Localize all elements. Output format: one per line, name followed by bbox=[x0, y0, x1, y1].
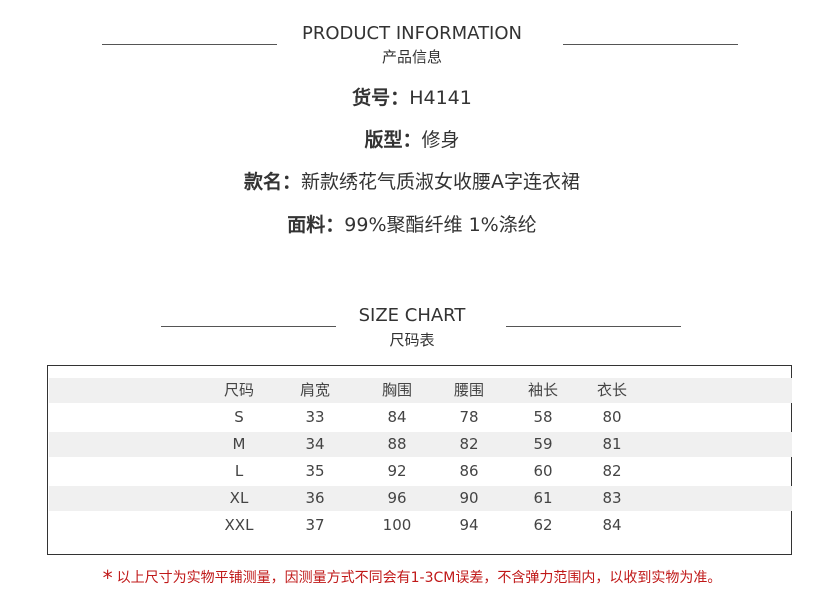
product-info-right-rule bbox=[563, 44, 738, 45]
info-line-item-number: 货号：H4141 bbox=[0, 83, 824, 110]
info-value: H4141 bbox=[409, 87, 472, 109]
cell-sleeve: 61 bbox=[533, 489, 553, 507]
table-row: L 35 92 86 60 82 bbox=[49, 459, 792, 484]
cell-size: M bbox=[232, 435, 246, 453]
info-line-fabric: 面料：99%聚酯纤维 1%涤纶 bbox=[0, 210, 824, 237]
info-label: 货号： bbox=[352, 87, 410, 109]
cell-sleeve: 60 bbox=[533, 462, 553, 480]
cell-length: 80 bbox=[602, 408, 622, 426]
header-cell-sleeve: 袖长 bbox=[527, 381, 558, 399]
info-label: 面料： bbox=[287, 214, 345, 236]
cell-waist: 90 bbox=[459, 489, 479, 507]
cell-bust: 96 bbox=[387, 489, 407, 507]
cell-waist: 86 bbox=[459, 462, 479, 480]
table-row: XXL 37 100 94 62 84 bbox=[49, 513, 792, 538]
table-row: XL 36 96 90 61 83 bbox=[49, 486, 792, 511]
cell-size: XL bbox=[229, 489, 249, 507]
cell-length: 84 bbox=[602, 516, 622, 534]
info-line-fit: 版型：修身 bbox=[0, 125, 824, 152]
header-cell-size: 尺码 bbox=[223, 381, 254, 399]
table-row: S 33 84 78 58 80 bbox=[49, 405, 792, 430]
star-icon: * bbox=[102, 566, 113, 590]
cell-length: 82 bbox=[602, 462, 622, 480]
cell-sleeve: 62 bbox=[533, 516, 553, 534]
header-cell-shoulder: 肩宽 bbox=[299, 381, 330, 399]
cell-size: XXL bbox=[224, 516, 254, 534]
product-info-left-rule bbox=[102, 44, 277, 45]
cell-bust: 84 bbox=[387, 408, 407, 426]
cell-shoulder: 37 bbox=[305, 516, 325, 534]
cell-shoulder: 35 bbox=[305, 462, 325, 480]
size-chart-title: SIZE CHART bbox=[358, 305, 466, 326]
product-info-subtitle: 产品信息 bbox=[381, 48, 442, 66]
cell-sleeve: 58 bbox=[533, 408, 553, 426]
cell-waist: 78 bbox=[459, 408, 479, 426]
info-value: 新款绣花气质淑女收腰A字连衣裙 bbox=[301, 171, 580, 193]
cell-waist: 82 bbox=[459, 435, 479, 453]
cell-bust: 88 bbox=[387, 435, 407, 453]
cell-waist: 94 bbox=[459, 516, 479, 534]
cell-shoulder: 33 bbox=[305, 408, 325, 426]
cell-shoulder: 36 bbox=[305, 489, 325, 507]
cell-size: L bbox=[234, 462, 244, 480]
info-label: 版型： bbox=[364, 129, 422, 151]
info-value: 修身 bbox=[421, 129, 460, 151]
table-row: M 34 88 82 59 81 bbox=[49, 432, 792, 457]
cell-sleeve: 59 bbox=[533, 435, 553, 453]
cell-length: 81 bbox=[602, 435, 622, 453]
header-cell-bust: 胸围 bbox=[381, 381, 412, 399]
measurement-note-text: 以上尺寸为实物平铺测量，因测量方式不同会有1-3CM误差，不含弹力范围内，以收到… bbox=[116, 570, 722, 586]
size-chart-subtitle: 尺码表 bbox=[389, 331, 435, 349]
measurement-note: * 以上尺寸为实物平铺测量，因测量方式不同会有1-3CM误差，不含弹力范围内，以收… bbox=[0, 566, 824, 590]
cell-bust: 92 bbox=[387, 462, 407, 480]
product-info-title: PRODUCT INFORMATION bbox=[301, 23, 523, 44]
cell-length: 83 bbox=[602, 489, 622, 507]
size-chart-left-rule bbox=[161, 326, 336, 327]
header-cell-length: 衣长 bbox=[596, 381, 627, 399]
size-table: 尺码 肩宽 胸围 腰围 袖长 衣长 S 33 84 78 58 80 M 34 … bbox=[47, 365, 792, 555]
cell-shoulder: 34 bbox=[305, 435, 325, 453]
cell-size: S bbox=[234, 408, 244, 426]
info-value: 99%聚酯纤维 1%涤纶 bbox=[344, 214, 537, 236]
info-line-style-name: 款名：新款绣花气质淑女收腰A字连衣裙 bbox=[0, 167, 824, 194]
header-cell-waist: 腰围 bbox=[453, 381, 484, 399]
size-chart-right-rule bbox=[506, 326, 681, 327]
cell-bust: 100 bbox=[382, 516, 412, 534]
info-label: 款名： bbox=[243, 171, 301, 193]
table-header-row: 尺码 肩宽 胸围 腰围 袖长 衣长 bbox=[49, 378, 792, 403]
